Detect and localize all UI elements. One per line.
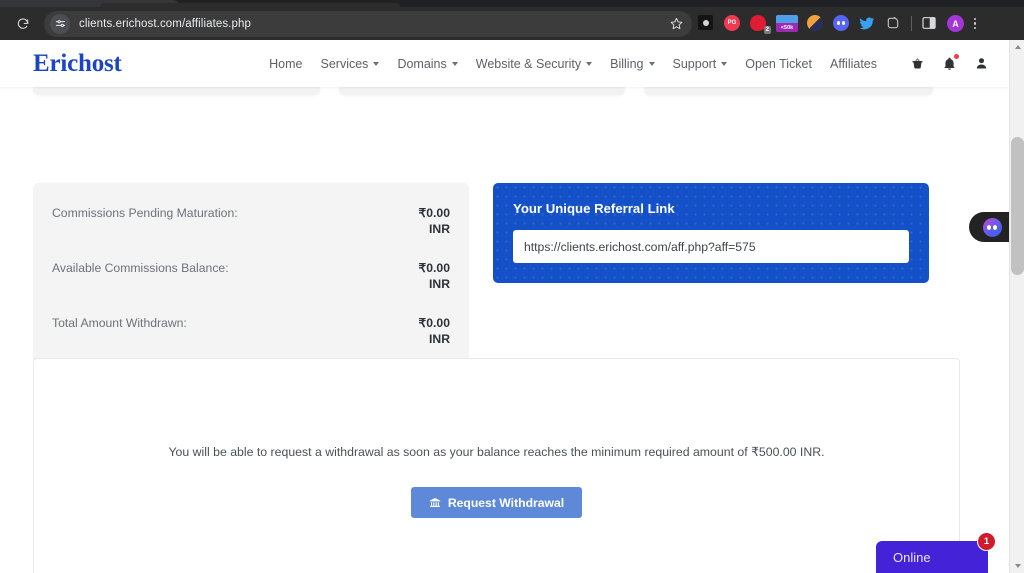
- extension-red-shield-icon[interactable]: 2: [750, 15, 771, 34]
- notification-bell-icon[interactable]: [942, 54, 959, 71]
- commission-value: ₹0.00 INR: [408, 205, 450, 238]
- extension-discord-icon[interactable]: [833, 15, 850, 32]
- shopping-basket-icon[interactable]: [910, 56, 925, 71]
- user-account-icon[interactable]: [974, 56, 989, 71]
- tune-sliders-icon[interactable]: [50, 13, 70, 34]
- page-scrollbar[interactable]: [1009, 40, 1024, 573]
- nav-label: Website & Security: [475, 56, 582, 71]
- commission-label: Total Amount Withdrawn:: [52, 315, 187, 330]
- commission-value: ₹0.00 INR: [408, 315, 450, 348]
- toolbar-divider: [911, 16, 912, 31]
- chevron-down-icon: [721, 61, 728, 66]
- notification-dot: [954, 54, 959, 59]
- referral-link-input[interactable]: [513, 230, 909, 263]
- nav-item-website-security[interactable]: Website & Security: [467, 51, 601, 77]
- profile-initial: A: [947, 15, 964, 32]
- chevron-down-icon: [586, 61, 593, 66]
- nav-label: Services: [320, 56, 369, 71]
- extension-outline-shape-icon[interactable]: [885, 15, 902, 32]
- browser-tab-strip[interactable]: [0, 0, 1024, 7]
- referral-link-title: Your Unique Referral Link: [513, 201, 675, 216]
- nav-label: Domains: [397, 56, 447, 71]
- nav-item-affiliates[interactable]: Affiliates: [821, 51, 886, 77]
- nav-item-domains[interactable]: Domains: [388, 51, 466, 77]
- side-panel-icon[interactable]: [921, 15, 938, 32]
- request-withdrawal-button[interactable]: Request Withdrawal: [410, 487, 583, 518]
- nav-item-billing[interactable]: Billing: [601, 51, 663, 77]
- scroll-up-arrow-icon[interactable]: [1010, 40, 1024, 54]
- main-navigation: Home Services Domains Website & Security…: [260, 51, 997, 77]
- live-chat-unread-badge: 1: [977, 532, 996, 551]
- star-outline-icon[interactable]: [666, 14, 686, 34]
- live-chat-label: Online: [893, 549, 931, 565]
- page-body: Commissions Pending Maturation: ₹0.00 IN…: [0, 73, 1009, 573]
- commission-row: Available Commissions Balance: ₹0.00 INR: [52, 260, 450, 293]
- extension-purple-coupon-icon[interactable]: <50k: [776, 15, 798, 32]
- nav-item-services[interactable]: Services: [312, 51, 389, 77]
- extension-badge-count: 2: [763, 26, 771, 34]
- withdrawal-card: You will be able to request a withdrawal…: [33, 358, 960, 573]
- commission-value: ₹0.00 INR: [408, 260, 450, 293]
- extension-orb-icon: [982, 217, 1002, 237]
- header-icon-group: [910, 54, 989, 71]
- commission-row: Commissions Pending Maturation: ₹0.00 IN…: [52, 205, 450, 238]
- profile-avatar[interactable]: A: [947, 15, 964, 32]
- referral-link-panel: Your Unique Referral Link: [493, 183, 929, 283]
- nav-label: Open Ticket: [745, 56, 812, 71]
- page-viewport: Erichost Home Services Domains Website &…: [0, 40, 1009, 573]
- live-chat-widget[interactable]: Online 1: [876, 532, 996, 573]
- site-header: Erichost Home Services Domains Website &…: [0, 40, 1009, 87]
- commission-row: Total Amount Withdrawn: ₹0.00 INR: [52, 315, 450, 348]
- chevron-down-icon: [648, 61, 655, 66]
- nav-label: Affiliates: [829, 56, 877, 71]
- extension-orange-honey-icon[interactable]: [807, 15, 824, 32]
- commission-label: Available Commissions Balance:: [52, 260, 229, 275]
- nav-item-open-ticket[interactable]: Open Ticket: [736, 51, 821, 77]
- nav-label: Billing: [610, 56, 644, 71]
- commission-label: Commissions Pending Maturation:: [52, 206, 238, 220]
- nav-label: Home: [269, 56, 303, 71]
- request-withdrawal-label: Request Withdrawal: [447, 495, 565, 510]
- extension-blue-bird-icon[interactable]: [859, 15, 876, 32]
- chevron-down-icon: [451, 61, 458, 66]
- nav-item-support[interactable]: Support: [664, 51, 737, 77]
- nav-label: Support: [672, 56, 717, 71]
- bank-institution-icon: [429, 497, 441, 509]
- address-bar[interactable]: clients.erichost.com/affiliates.php: [44, 10, 692, 37]
- commission-currency: INR: [429, 332, 450, 347]
- commission-currency: INR: [429, 277, 450, 292]
- back-arrow-icon[interactable]: [0, 11, 10, 37]
- commission-currency: INR: [429, 222, 450, 237]
- extension-red-circle-icon[interactable]: PG: [724, 15, 741, 32]
- scroll-down-arrow-icon[interactable]: [1010, 559, 1024, 573]
- chevron-down-icon: [373, 61, 380, 66]
- brand-logo[interactable]: Erichost: [33, 50, 122, 78]
- extension-side-widget[interactable]: [969, 212, 1009, 242]
- commission-amount: ₹0.00: [418, 206, 450, 220]
- browser-chrome: clients.erichost.com/affiliates.php PG 2…: [0, 0, 1024, 40]
- scrollbar-thumb[interactable]: [1011, 137, 1024, 275]
- url-text: clients.erichost.com/affiliates.php: [79, 17, 252, 30]
- extension-tray: PG 2 <50k A: [698, 15, 964, 34]
- commissions-summary-panel: Commissions Pending Maturation: ₹0.00 IN…: [33, 183, 469, 370]
- withdrawal-message: You will be able to request a withdrawal…: [168, 445, 825, 459]
- affiliate-summary-row: Commissions Pending Maturation: ₹0.00 IN…: [33, 183, 960, 370]
- commission-amount: ₹0.00: [418, 260, 450, 275]
- browser-toolbar: clients.erichost.com/affiliates.php PG 2…: [0, 7, 1024, 40]
- nav-item-home[interactable]: Home: [260, 51, 311, 77]
- three-dots-menu-icon[interactable]: [968, 17, 982, 30]
- commission-amount: ₹0.00: [418, 315, 450, 330]
- reload-icon[interactable]: [10, 11, 36, 37]
- extension-square-dark-icon[interactable]: [698, 15, 715, 32]
